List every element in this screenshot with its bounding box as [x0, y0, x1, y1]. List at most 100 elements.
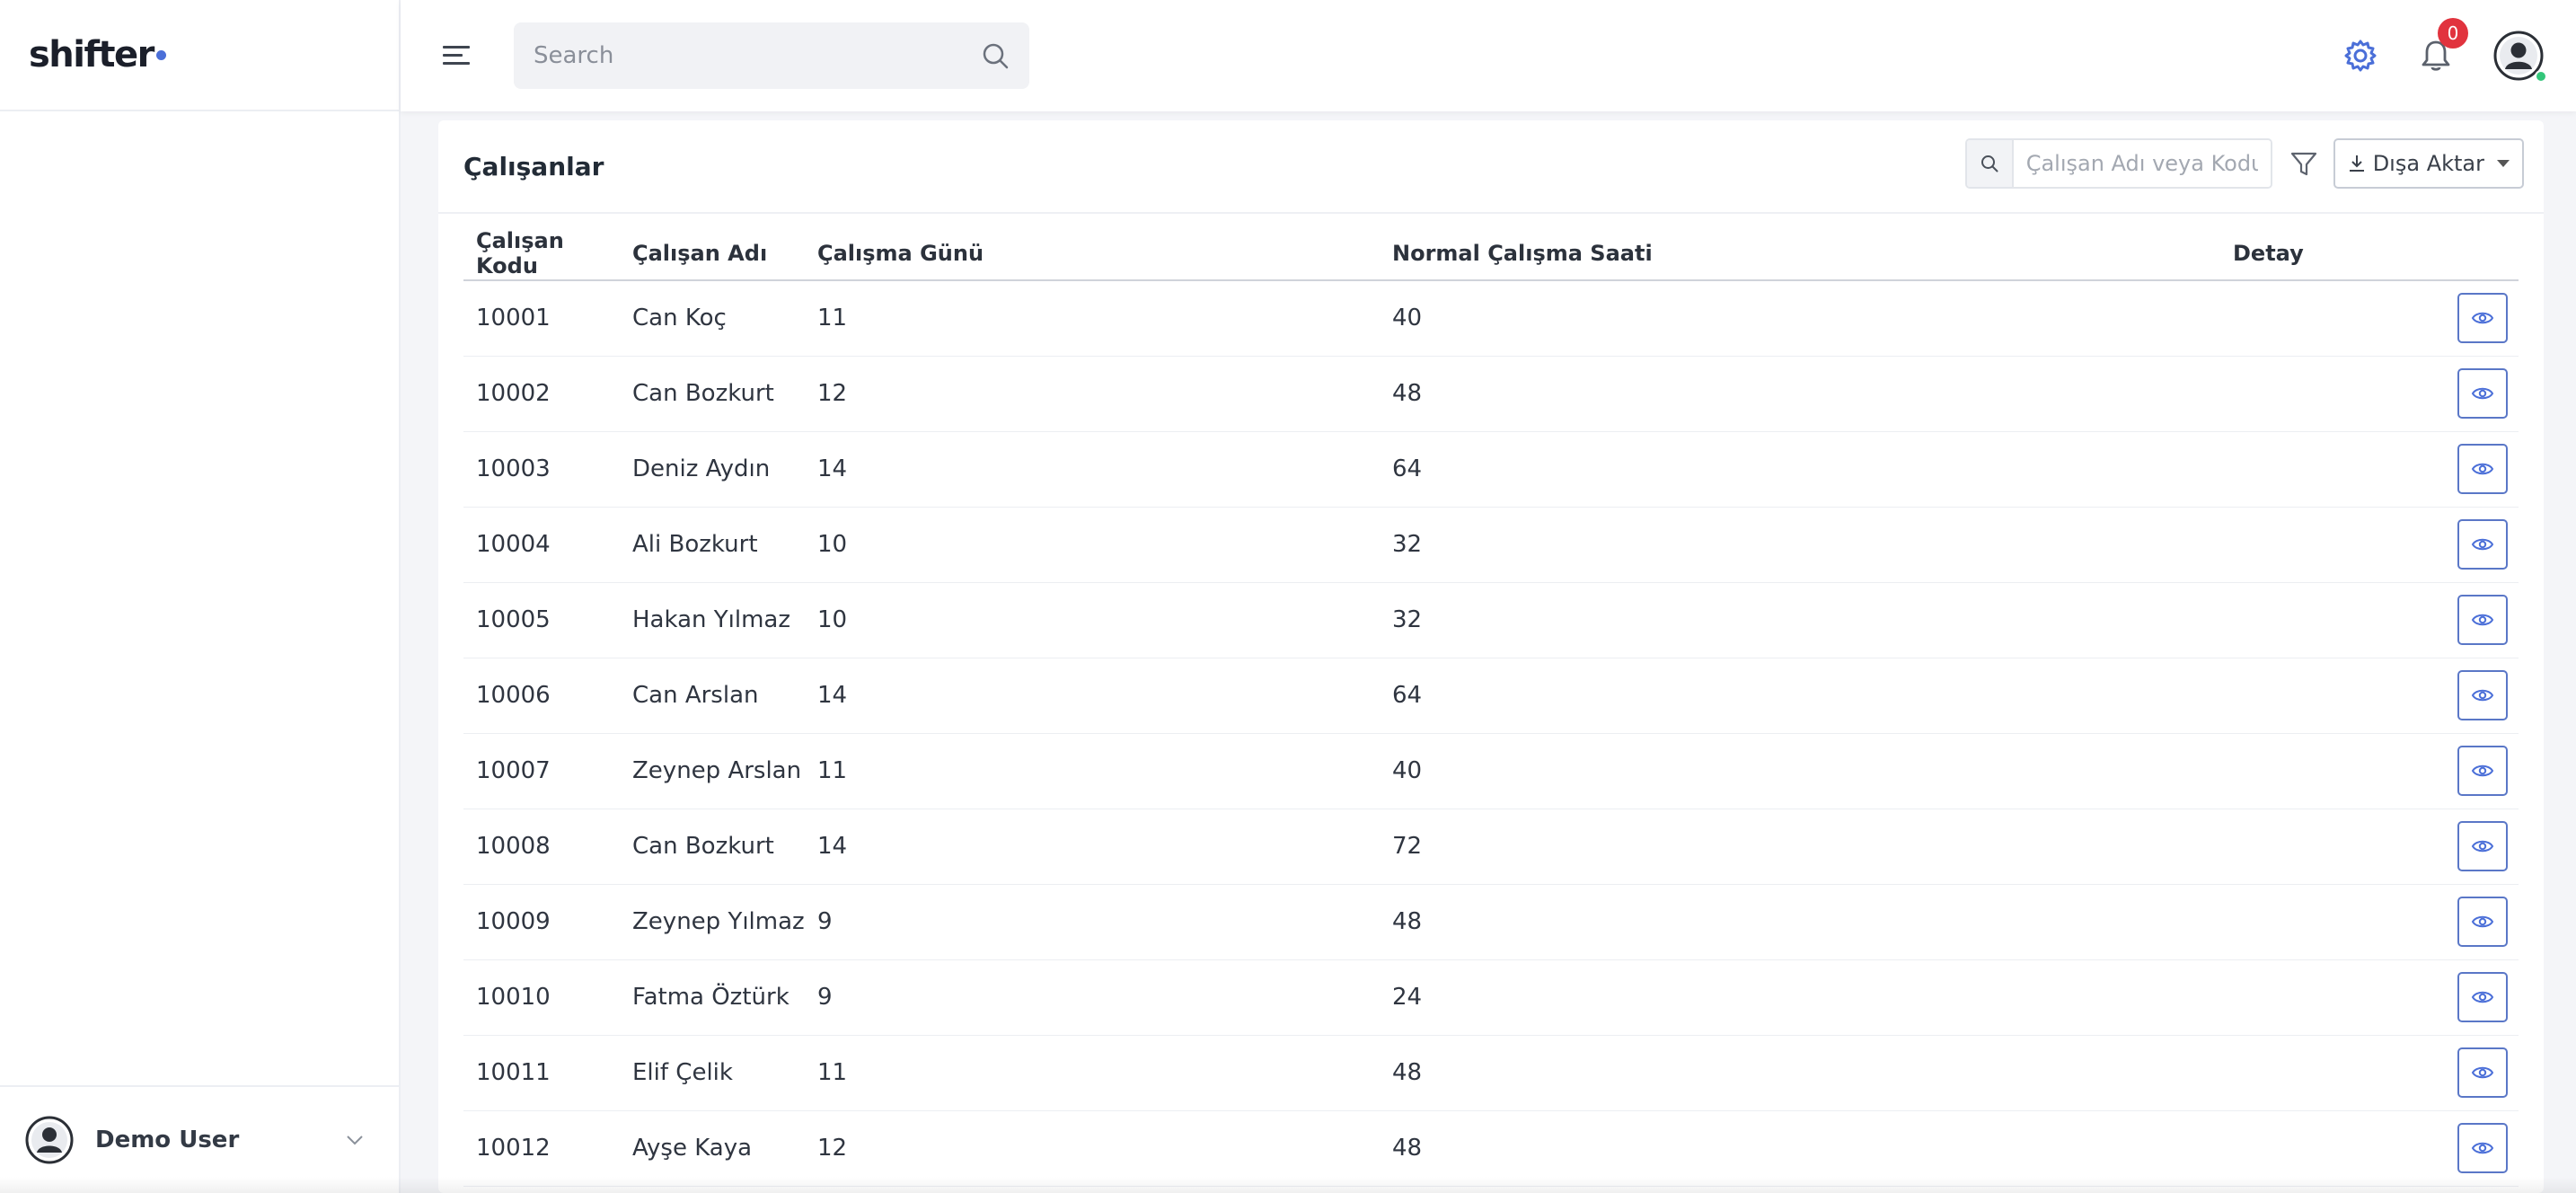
table-row: 10007 Zeynep Arslan 11 40 — [463, 733, 2519, 809]
export-button[interactable]: Dışa Aktar — [2333, 138, 2524, 189]
normal-work-hours: 40 — [1380, 733, 2220, 809]
normal-work-hours: 48 — [1380, 356, 2220, 432]
table-row: 10002 Can Bozkurt 12 48 — [463, 356, 2519, 432]
normal-work-hours: 24 — [1380, 959, 2220, 1036]
detail-cell — [2220, 809, 2519, 885]
work-days: 14 — [805, 431, 1380, 508]
settings-button[interactable] — [2339, 34, 2382, 77]
view-detail-button[interactable] — [2457, 746, 2508, 796]
eye-icon — [2471, 614, 2494, 626]
work-days: 14 — [805, 809, 1380, 885]
employee-name: Deniz Aydın — [620, 431, 805, 508]
view-detail-button[interactable] — [2457, 444, 2508, 494]
employee-name: Elif Çelik — [620, 1035, 805, 1111]
work-days: 11 — [805, 280, 1380, 357]
view-detail-button[interactable] — [2457, 897, 2508, 947]
funnel-icon[interactable] — [2289, 148, 2319, 179]
notifications-button[interactable]: 0 — [2414, 18, 2468, 77]
column-header-detail: Detay — [2220, 226, 2519, 281]
detail-cell — [2220, 431, 2519, 508]
notification-badge: 0 — [2438, 18, 2468, 49]
work-days: 9 — [805, 884, 1380, 960]
online-status-dot — [2535, 70, 2547, 83]
work-days: 14 — [805, 658, 1380, 734]
table-row: 10003 Deniz Aydın 14 64 — [463, 431, 2519, 508]
view-detail-button[interactable] — [2457, 595, 2508, 645]
caret-down-icon — [2497, 160, 2510, 167]
work-days: 10 — [805, 582, 1380, 658]
normal-work-hours: 32 — [1380, 582, 2220, 658]
detail-cell — [2220, 884, 2519, 960]
search-input[interactable] — [534, 42, 981, 69]
employee-code: 10006 — [463, 658, 620, 734]
table-row: 10012 Ayşe Kaya 12 48 — [463, 1110, 2519, 1187]
view-detail-button[interactable] — [2457, 368, 2508, 419]
search-icon[interactable] — [981, 41, 1010, 70]
export-button-label: Dışa Aktar — [2372, 151, 2484, 176]
normal-work-hours: 64 — [1380, 658, 2220, 734]
table-row: 10006 Can Arslan 14 64 — [463, 658, 2519, 734]
employee-name: Zeynep Yılmaz — [620, 884, 805, 960]
card-header: Çalışanlar Dış — [438, 120, 2544, 214]
employee-name: Ali Bozkurt — [620, 507, 805, 583]
employees-card: Çalışanlar Dış — [438, 120, 2544, 1193]
detail-cell — [2220, 507, 2519, 583]
normal-work-hours: 48 — [1380, 1035, 2220, 1111]
view-detail-button[interactable] — [2457, 1047, 2508, 1098]
eye-icon — [2471, 387, 2494, 400]
user-name: Demo User — [95, 1127, 240, 1153]
employees-table-wrap: Çalışan Kodu Çalışan Adı Çalışma Günü No… — [463, 226, 2519, 1187]
employee-code: 10011 — [463, 1035, 620, 1111]
topbar-actions: 0 — [2307, 0, 2547, 111]
table-row: 10008 Can Bozkurt 14 72 — [463, 809, 2519, 885]
view-detail-button[interactable] — [2457, 519, 2508, 570]
header-tools: Dışa Aktar — [1964, 138, 2524, 189]
normal-work-hours: 40 — [1380, 280, 2220, 357]
normal-work-hours: 48 — [1380, 884, 2220, 960]
brand: shifter — [0, 0, 399, 111]
column-header-code[interactable]: Çalışan Kodu — [463, 226, 620, 281]
table-row: 10010 Fatma Öztürk 9 24 — [463, 959, 2519, 1036]
detail-cell — [2220, 582, 2519, 658]
detail-cell — [2220, 658, 2519, 734]
detail-cell — [2220, 733, 2519, 809]
hamburger-icon[interactable] — [440, 40, 472, 72]
brand-logo[interactable]: shifter — [29, 34, 154, 75]
work-days: 9 — [805, 959, 1380, 1036]
profile-avatar-button[interactable] — [2493, 31, 2547, 83]
topbar: 0 — [401, 0, 2576, 111]
employee-code: 10005 — [463, 582, 620, 658]
view-detail-button[interactable] — [2457, 972, 2508, 1022]
detail-cell — [2220, 356, 2519, 432]
detail-cell — [2220, 1035, 2519, 1111]
table-row: 10011 Elif Çelik 11 48 — [463, 1035, 2519, 1111]
normal-work-hours: 48 — [1380, 1110, 2220, 1187]
employee-name: Can Koç — [620, 280, 805, 357]
chevron-down-icon[interactable] — [343, 1128, 366, 1152]
work-days: 12 — [805, 1110, 1380, 1187]
table-row: 10005 Hakan Yılmaz 10 32 — [463, 582, 2519, 658]
employee-code: 10003 — [463, 431, 620, 508]
column-header-hours[interactable]: Normal Çalışma Saati — [1380, 226, 2220, 281]
table-row: 10009 Zeynep Yılmaz 9 48 — [463, 884, 2519, 960]
eye-icon — [2471, 689, 2494, 702]
view-detail-button[interactable] — [2457, 1123, 2508, 1173]
normal-work-hours: 64 — [1380, 431, 2220, 508]
brand-dot — [155, 49, 166, 60]
sidebar-user-menu[interactable]: Demo User — [0, 1085, 401, 1193]
column-header-days[interactable]: Çalışma Günü — [805, 226, 1380, 281]
view-detail-button[interactable] — [2457, 821, 2508, 871]
employee-code: 10001 — [463, 280, 620, 357]
employee-code: 10004 — [463, 507, 620, 583]
employee-name: Can Bozkurt — [620, 809, 805, 885]
column-header-name[interactable]: Çalışan Adı — [620, 226, 805, 281]
normal-work-hours: 72 — [1380, 809, 2220, 885]
view-detail-button[interactable] — [2457, 670, 2508, 720]
eye-icon — [2471, 840, 2494, 853]
employee-search-input[interactable] — [2013, 140, 2271, 187]
detail-cell — [2220, 1110, 2519, 1187]
work-days: 11 — [805, 1035, 1380, 1111]
view-detail-button[interactable] — [2457, 293, 2508, 344]
table-body: 10001 Can Koç 11 40 10002 Can Bozkurt 12 48 1000… — [463, 280, 2519, 1187]
eye-icon — [2471, 463, 2494, 475]
